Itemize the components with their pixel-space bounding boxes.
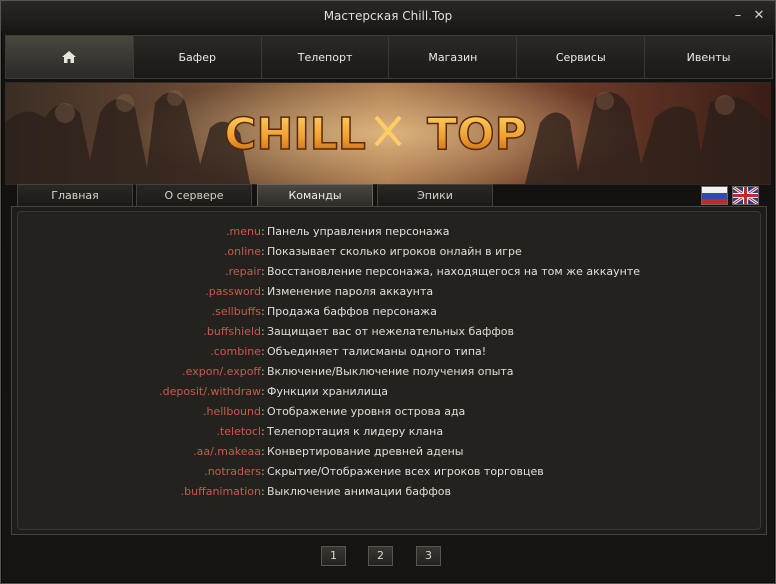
command-description: Включение/Выключение получения опыта [267, 365, 514, 378]
banner-art: CHILL TOP [5, 83, 771, 184]
nav-shop[interactable]: Магазин [389, 36, 518, 78]
command-description: Продажа баффов персонажа [267, 305, 437, 318]
command-separator: : [261, 365, 265, 378]
command-name: .deposit/.withdraw [159, 385, 261, 398]
close-icon[interactable]: ✕ [752, 9, 766, 23]
nav-services[interactable]: Сервисы [517, 36, 646, 78]
command-row: .online: Показывает сколько игроков онлай… [18, 243, 760, 261]
command-row: .menu: Панель управления персонажа [18, 223, 760, 241]
command-separator: : [261, 485, 265, 498]
window-title: Мастерская Chill.Top [323, 9, 453, 23]
command-row: .buffanimation: Выключение анимации баффо… [18, 483, 760, 501]
command-separator: : [261, 345, 265, 358]
command-row: .repair: Восстановление персонажа, находя… [18, 263, 760, 281]
command-name: .buffshield [203, 325, 261, 338]
command-name: .combine [210, 345, 261, 358]
command-description: Защищает вас от нежелательных баффов [267, 325, 515, 338]
command-row: .aa/.makeaa: Конвертирование древней аден… [18, 443, 760, 461]
tab-epics[interactable]: Эпики [377, 184, 493, 206]
command-name: .aa/.makeaa [193, 445, 261, 458]
nav-events[interactable]: Ивенты [645, 36, 772, 78]
command-description: Восстановление персонажа, находящегося н… [267, 265, 641, 278]
command-separator: : [261, 425, 265, 438]
command-name: .hellbound [203, 405, 261, 418]
command-row: .buffshield: Защищает вас от нежелательны… [18, 323, 760, 341]
tab-main[interactable]: Главная [17, 184, 133, 206]
command-name: .online [223, 245, 261, 258]
command-name: .buffanimation [180, 485, 261, 498]
command-row: .expon/.expoff: Включение/Выключение полу… [18, 363, 760, 381]
command-description: Конвертирование древней адены [267, 445, 464, 458]
ru-flag-icon[interactable] [701, 186, 728, 205]
command-description: Объединяет талисманы одного типа! [267, 345, 487, 358]
command-description: Панель управления персонажа [267, 225, 450, 238]
command-separator: : [261, 225, 265, 238]
home-icon [62, 51, 77, 63]
command-separator: : [261, 245, 265, 258]
app-window: Мастерская Chill.Top – ✕ Бафер Телепорт … [0, 0, 776, 584]
command-separator: : [261, 385, 265, 398]
command-name: .expon/.expoff [182, 365, 261, 378]
command-description: Функции хранилища [267, 385, 388, 398]
command-description: Показывает сколько игроков онлайн в игре [267, 245, 522, 258]
minimize-icon[interactable]: – [731, 9, 745, 23]
command-separator: : [261, 285, 265, 298]
command-row: .deposit/.withdraw: Функции хранилища [18, 383, 760, 401]
command-row: .sellbuffs: Продажа баффов персонажа [18, 303, 760, 321]
command-separator: : [261, 265, 265, 278]
uk-flag-icon[interactable] [732, 186, 759, 205]
command-separator: : [261, 325, 265, 338]
command-description: Изменение пароля аккаунта [267, 285, 434, 298]
tab-commands[interactable]: Команды [257, 184, 373, 206]
command-description: Скрытие/Отображение всех игроков торговц… [267, 465, 544, 478]
page-3-button[interactable]: 3 [416, 546, 441, 566]
command-row: .hellbound: Отображение уровня острова ад… [18, 403, 760, 421]
page-2-button[interactable]: 2 [368, 546, 393, 566]
command-separator: : [261, 445, 265, 458]
command-separator: : [261, 405, 265, 418]
command-row: .notraders: Скрытие/Отображение всех игро… [18, 463, 760, 481]
command-name: .password [205, 285, 261, 298]
commands-list: .menu: Панель управления персонажа .online… [17, 211, 761, 530]
tab-about[interactable]: О сервере [136, 184, 252, 206]
command-name: .sellbuffs [211, 305, 261, 318]
command-row: .combine: Объединяет талисманы одного тип… [18, 343, 760, 361]
command-description: Телепортация к лидеру клана [267, 425, 444, 438]
command-row: .password: Изменение пароля аккаунта [18, 283, 760, 301]
nav-teleport[interactable]: Телепорт [261, 36, 390, 78]
page-1-button[interactable]: 1 [321, 546, 346, 566]
command-name: .repair [225, 265, 261, 278]
command-description: Отображение уровня острова ада [267, 405, 466, 418]
command-name: .menu [226, 225, 261, 238]
command-row: .teletocl: Телепортация к лидеру клана [18, 423, 760, 441]
banner: CHILL TOP [5, 82, 771, 185]
title-bar[interactable]: Мастерская Chill.Top – ✕ [1, 1, 775, 31]
main-nav: Бафер Телепорт Магазин Сервисы Ивенты [5, 35, 773, 79]
command-separator: : [261, 465, 265, 478]
command-name: .notraders [204, 465, 261, 478]
command-name: .teletocl [216, 425, 261, 438]
nav-home-button[interactable] [6, 36, 134, 78]
command-description: Выключение анимации баффов [267, 485, 451, 498]
command-separator: : [261, 305, 265, 318]
commands-panel: .menu: Панель управления персонажа .online… [11, 206, 767, 535]
nav-buffer[interactable]: Бафер [133, 36, 262, 78]
